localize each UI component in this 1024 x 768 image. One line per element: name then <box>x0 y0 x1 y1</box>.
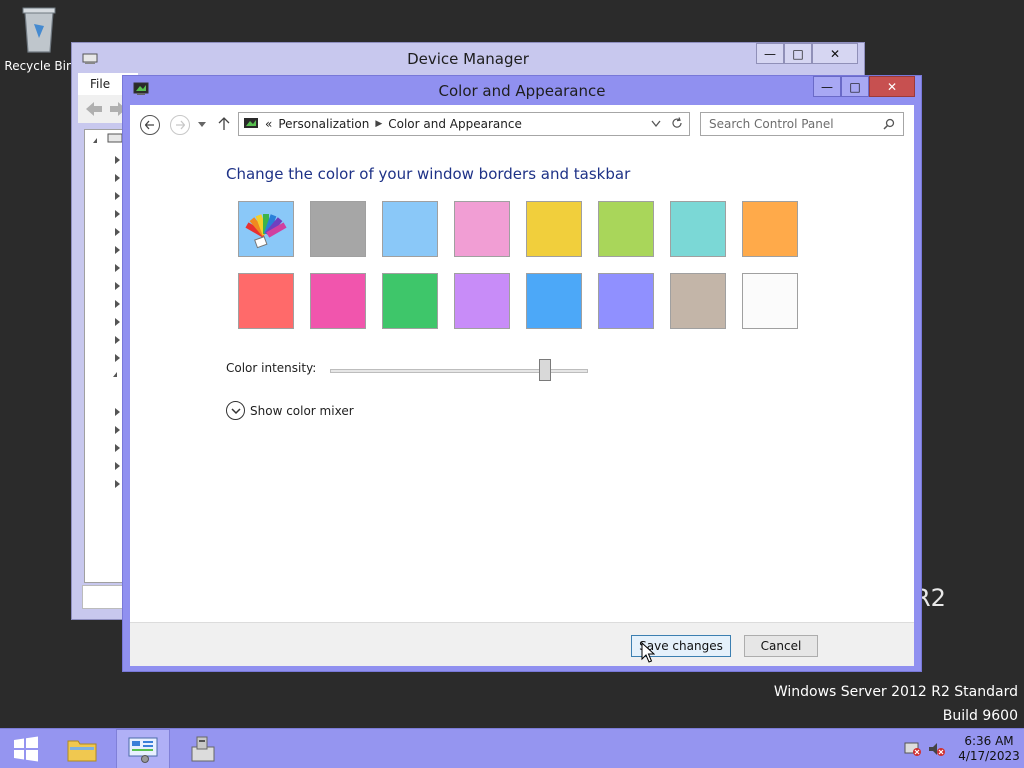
arrow-right-icon <box>176 120 185 130</box>
cancel-button[interactable]: Cancel <box>744 635 818 657</box>
tree-expand-icon[interactable] <box>115 156 120 164</box>
device-manager-title: Device Manager <box>407 50 529 68</box>
taskbar-control-panel[interactable] <box>116 729 170 768</box>
tree-expand-icon[interactable] <box>115 318 120 326</box>
recycle-bin-label: Recycle Bin <box>4 59 74 73</box>
close-button[interactable]: ✕ <box>869 76 915 97</box>
navigation-bar: « Personalization ▶ Color and Appearance <box>130 105 914 145</box>
dialog-footer: Save changes Cancel <box>130 622 914 666</box>
color-fan-icon <box>245 214 287 249</box>
volume-muted-icon[interactable] <box>928 741 946 757</box>
device-manager-minimize-button[interactable]: — <box>756 43 784 64</box>
search-icon[interactable] <box>883 118 895 130</box>
tree-expand-icon[interactable] <box>115 246 120 254</box>
address-dropdown-chevron-icon[interactable] <box>651 120 661 128</box>
tree-collapse-icon[interactable] <box>113 372 117 377</box>
window-titlebar[interactable]: Color and Appearance — □ ✕ <box>123 76 921 105</box>
tree-expand-icon[interactable] <box>115 336 120 344</box>
color-appearance-window[interactable]: Color and Appearance — □ ✕ « Personaliza… <box>122 75 922 672</box>
window-client-area: « Personalization ▶ Color and Appearance… <box>130 105 914 666</box>
tree-expand-icon[interactable] <box>115 174 120 182</box>
swatch-white[interactable] <box>742 273 798 329</box>
arrow-left-icon <box>145 120 154 130</box>
swatch-magenta[interactable] <box>310 273 366 329</box>
swatch-teal[interactable] <box>670 201 726 257</box>
os-build-watermark: Build 9600 <box>942 708 1018 724</box>
back-button[interactable] <box>140 115 160 135</box>
breadcrumb-color-appearance[interactable]: Color and Appearance <box>388 117 522 131</box>
device-manager-titlebar[interactable]: Device Manager — □ ✕ <box>72 43 864 73</box>
forward-button[interactable] <box>170 115 190 135</box>
network-status-icon[interactable] <box>904 741 922 757</box>
system-tray: 6:36 AM 4/17/2023 <box>904 729 1024 768</box>
taskbar: 6:36 AM 4/17/2023 <box>0 728 1024 768</box>
search-box[interactable] <box>700 112 904 136</box>
swatch-yellow[interactable] <box>526 201 582 257</box>
show-color-mixer-label: Show color mixer <box>250 403 354 418</box>
swatch-violet[interactable] <box>454 273 510 329</box>
search-input[interactable] <box>701 117 871 131</box>
clock-date: 4/17/2023 <box>958 749 1020 763</box>
mouse-cursor-icon <box>641 642 655 663</box>
tree-expand-icon[interactable] <box>115 228 120 236</box>
tree-expand-icon[interactable] <box>115 264 120 272</box>
swatch-green[interactable] <box>382 273 438 329</box>
tree-expand-icon[interactable] <box>115 300 120 308</box>
swatch-taupe[interactable] <box>670 273 726 329</box>
breadcrumb-separator-icon[interactable]: ▶ <box>375 119 382 129</box>
control-panel-taskbar-icon <box>128 737 158 763</box>
refresh-icon[interactable] <box>671 117 683 129</box>
windows-logo-icon <box>14 736 38 762</box>
recycle-bin-desktop-icon[interactable]: Recycle Bin <box>4 4 74 73</box>
swatch-pink[interactable] <box>454 201 510 257</box>
breadcrumb-overflow[interactable]: « <box>265 117 272 131</box>
tree-expand-icon[interactable] <box>115 282 120 290</box>
breadcrumb-personalization[interactable]: Personalization <box>278 117 369 131</box>
control-panel-address-icon <box>244 118 258 128</box>
tree-expand-icon[interactable] <box>115 462 120 470</box>
maximize-button[interactable]: □ <box>841 76 869 97</box>
tree-expand-icon[interactable] <box>115 444 120 452</box>
show-color-mixer-toggle[interactable]: Show color mixer <box>226 401 354 420</box>
os-edition-watermark: Windows Server 2012 R2 Standard <box>773 684 1018 700</box>
swatch-orange[interactable] <box>742 201 798 257</box>
clock-time: 6:36 AM <box>964 734 1014 748</box>
device-manager-taskbar-icon <box>191 736 215 762</box>
minimize-button[interactable]: — <box>813 76 841 97</box>
tree-expand-icon[interactable] <box>115 426 120 434</box>
swatch-blue[interactable] <box>526 273 582 329</box>
taskbar-device-manager[interactable] <box>176 729 230 768</box>
address-bar[interactable]: « Personalization ▶ Color and Appearance <box>238 112 690 136</box>
taskbar-file-explorer[interactable] <box>56 729 108 768</box>
swatch-lavender-selected[interactable] <box>598 273 654 329</box>
swatch-sky[interactable] <box>382 201 438 257</box>
swatch-red[interactable] <box>238 273 294 329</box>
device-manager-close-button[interactable]: ✕ <box>812 43 858 64</box>
up-arrow-icon[interactable] <box>218 117 230 131</box>
recycle-bin-icon <box>22 7 56 53</box>
page-heading: Change the color of your window borders … <box>226 165 631 183</box>
device-manager-maximize-button[interactable]: □ <box>784 43 812 64</box>
tree-expand-icon[interactable] <box>115 408 120 416</box>
tree-expand-icon[interactable] <box>115 192 120 200</box>
folder-icon <box>67 740 97 762</box>
window-title: Color and Appearance <box>438 82 606 100</box>
recent-locations-chevron-icon[interactable] <box>198 122 206 128</box>
computer-node-icon <box>107 133 123 143</box>
tree-expand-icon[interactable] <box>115 480 120 488</box>
tree-root-collapse-icon[interactable] <box>93 138 97 143</box>
swatch-lime[interactable] <box>598 201 654 257</box>
taskbar-clock[interactable]: 6:36 AM 4/17/2023 <box>954 734 1024 764</box>
swatch-gray[interactable] <box>310 201 366 257</box>
chevron-down-icon <box>226 401 245 420</box>
tree-expand-icon[interactable] <box>115 210 120 218</box>
swatch-automatic[interactable] <box>238 201 294 257</box>
color-intensity-slider-thumb[interactable] <box>539 359 552 381</box>
color-intensity-label: Color intensity: <box>226 361 317 375</box>
start-button[interactable] <box>0 729 52 768</box>
tree-expand-icon[interactable] <box>115 354 120 362</box>
